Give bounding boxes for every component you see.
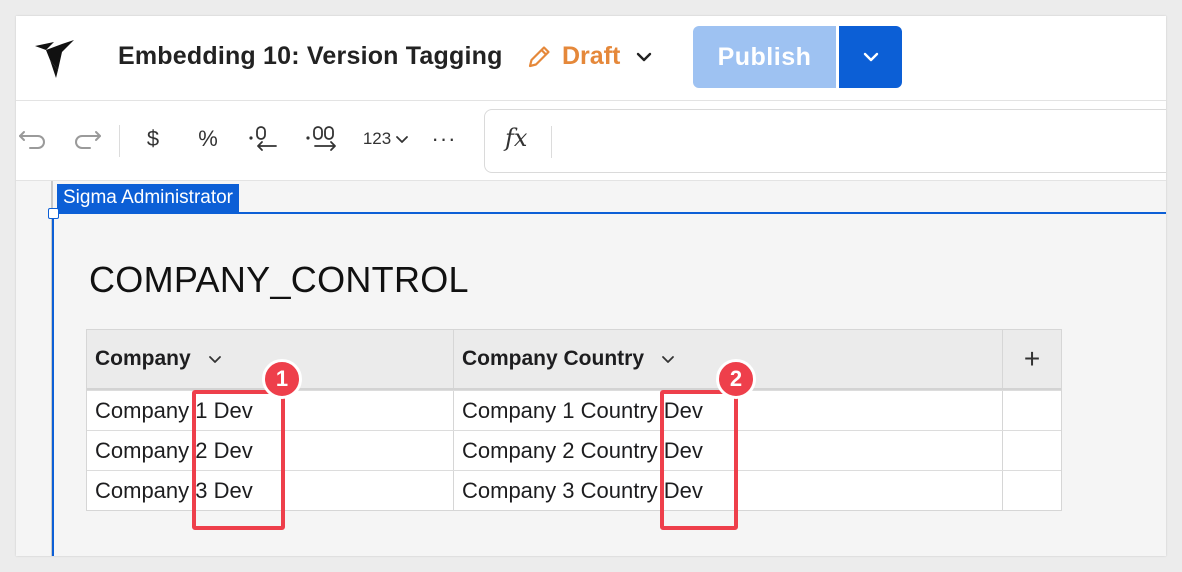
column-header-label: Company Country — [462, 347, 645, 370]
more-options-button[interactable]: ··· — [426, 121, 462, 157]
increase-decimals-button[interactable] — [301, 121, 345, 157]
annotation-badge-1: 1 — [262, 359, 302, 399]
table-cell — [1003, 391, 1061, 430]
table-header-row: Company Company Country + — [87, 330, 1061, 390]
function-icon: fx — [505, 124, 528, 152]
highlight-box-1 — [192, 390, 285, 530]
decrease-decimals-button[interactable] — [244, 121, 284, 157]
annotation-badge-2: 2 — [716, 359, 756, 399]
table-cell — [1003, 431, 1061, 470]
chevron-down-icon[interactable] — [660, 351, 676, 367]
undo-button[interactable] — [16, 121, 50, 157]
redo-icon — [75, 131, 101, 149]
workbook-title[interactable]: Embedding 10: Version Tagging — [118, 42, 503, 71]
number-format-label: 123 — [362, 129, 392, 148]
percent-format-button[interactable]: % — [190, 121, 226, 157]
format-toolbar: $ % 123 ··· fx — [16, 101, 1166, 181]
chevron-down-icon[interactable] — [207, 351, 223, 367]
publish-button[interactable]: Publish — [693, 26, 836, 88]
publish-options-button[interactable] — [839, 26, 902, 88]
chevron-down-icon — [396, 136, 409, 143]
table-cell — [1003, 471, 1061, 510]
user-presence-tag: Sigma Administrator — [57, 184, 240, 212]
undo-icon — [19, 131, 45, 149]
sigma-logo-icon[interactable] — [32, 38, 76, 78]
resize-handle[interactable] — [48, 208, 59, 219]
chevron-down-icon — [863, 52, 878, 62]
column-header-label: Company — [95, 347, 191, 370]
plus-icon: + — [1023, 343, 1041, 374]
redo-button[interactable] — [70, 121, 104, 157]
formula-divider — [551, 126, 552, 158]
app-window: Embedding 10: Version Tagging Draft Publ… — [16, 16, 1166, 556]
draft-status[interactable]: Draft — [526, 42, 654, 71]
selection-border-left — [52, 212, 54, 556]
workbook-canvas: Sigma Administrator COMPANY_CONTROL Comp… — [16, 181, 1166, 556]
workbook-header: Embedding 10: Version Tagging Draft Publ… — [16, 16, 1166, 101]
currency-format-button[interactable]: $ — [136, 121, 170, 157]
highlight-box-2 — [660, 390, 738, 530]
decrease-decimals-icon — [249, 126, 277, 151]
selection-border-top — [52, 212, 1166, 214]
formula-bar[interactable]: fx — [484, 109, 1166, 173]
draft-label: Draft — [562, 42, 621, 70]
toolbar-divider — [119, 125, 120, 157]
element-title[interactable]: COMPANY_CONTROL — [89, 259, 469, 301]
increase-decimals-icon — [306, 126, 336, 151]
chevron-down-icon — [637, 52, 652, 61]
number-format-dropdown[interactable]: 123 — [358, 121, 414, 157]
pencil-icon — [528, 45, 550, 67]
add-column-button[interactable]: + — [1003, 330, 1061, 388]
